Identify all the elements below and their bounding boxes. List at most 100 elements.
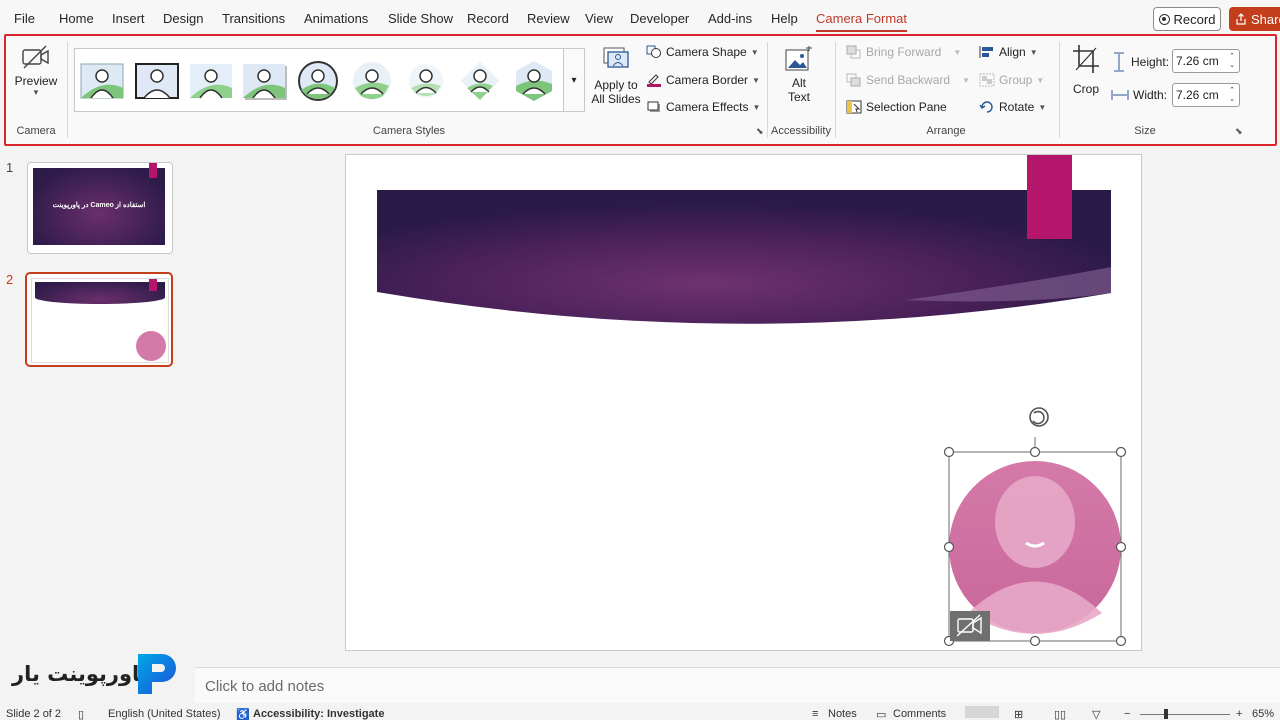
chevron-down-icon: ▼ <box>1036 75 1045 85</box>
logo-text: پاورپوینت یار <box>12 662 148 686</box>
slide-number: 2 <box>6 272 14 287</box>
share-button[interactable]: Share <box>1229 7 1280 31</box>
notes-button[interactable]: Notes <box>828 708 857 720</box>
send-backward-label: Send Backward <box>866 73 951 87</box>
camera-style-shadow[interactable] <box>241 58 287 104</box>
gallery-more-button[interactable]: ▾ <box>563 48 585 112</box>
camera-style-circle-soft[interactable] <box>349 58 395 104</box>
notes-placeholder[interactable]: Click to add notes <box>205 678 324 695</box>
rotate-handle-icon[interactable] <box>1029 407 1049 427</box>
group-button[interactable]: Group ▼ <box>979 73 1044 87</box>
camera-style-circle-faded[interactable] <box>403 58 449 104</box>
slide-count: Slide 2 of 2 <box>6 708 62 720</box>
camera-border-label: Camera Border <box>666 73 749 87</box>
share-icon <box>1236 13 1246 25</box>
height-value: 7.26 cm <box>1176 54 1219 68</box>
bring-forward-label: Bring Forward <box>866 45 942 59</box>
tab-insert[interactable]: Insert <box>112 11 145 26</box>
camera-styles-gallery[interactable] <box>74 48 584 112</box>
record-button[interactable]: Record <box>1153 7 1221 31</box>
alt-text-line2: Text <box>787 90 810 104</box>
slide-canvas[interactable] <box>345 154 1142 651</box>
notes-pane[interactable]: Click to add notes <box>195 667 1280 703</box>
group-label: Group <box>999 73 1033 87</box>
slide-thumbnail-1[interactable]: استفاده از Cameo در پاورپوینت <box>27 162 173 254</box>
align-button[interactable]: Align ▼ <box>979 45 1038 59</box>
spinner-arrows-icon[interactable]: ⌃ ⌄ <box>1229 86 1235 104</box>
camera-border-button[interactable]: Camera Border ▼ <box>646 73 760 87</box>
thumb-accent <box>149 279 157 291</box>
tab-help[interactable]: Help <box>771 11 798 26</box>
tab-file[interactable]: File <box>14 11 35 26</box>
send-backward-button[interactable]: Send Backward ▼ <box>846 73 970 87</box>
tab-transitions[interactable]: Transitions <box>222 11 285 26</box>
camera-style-framed[interactable] <box>134 58 180 104</box>
zoom-level[interactable]: 65% <box>1252 708 1274 720</box>
zoom-slider[interactable] <box>1140 714 1230 715</box>
spinner-arrows-icon[interactable]: ⌃ ⌄ <box>1229 52 1235 70</box>
zoom-thumb[interactable] <box>1164 709 1168 719</box>
zoom-out-icon[interactable]: − <box>1124 708 1130 720</box>
camera-shape-button[interactable]: Camera Shape ▼ <box>646 45 759 59</box>
align-icon <box>979 46 993 58</box>
normal-view-button[interactable] <box>965 706 999 718</box>
tab-slide-show[interactable]: Slide Show <box>388 11 453 26</box>
logo-mark <box>138 654 176 694</box>
tab-add-ins[interactable]: Add-ins <box>708 11 752 26</box>
rotate-button[interactable]: Rotate ▼ <box>979 100 1046 114</box>
status-bar: Slide 2 of 2 ▯ English (United States) ♿… <box>0 704 1280 720</box>
title-banner[interactable] <box>377 190 1111 324</box>
tab-developer[interactable]: Developer <box>630 11 689 26</box>
camera-style-soft[interactable] <box>188 58 234 104</box>
slides-panel: 1 استفاده از Cameo در پاورپوینت 2 <box>0 148 193 698</box>
tab-animations[interactable]: Animations <box>304 11 368 26</box>
size-launcher-icon[interactable]: ⬊ <box>1235 126 1243 137</box>
comments-icon: ▭ <box>876 709 887 720</box>
reading-view-icon[interactable]: ▯▯ <box>1054 708 1066 720</box>
tab-camera-format[interactable]: Camera Format <box>816 11 908 32</box>
spellcheck-icon[interactable]: ▯ <box>78 708 84 720</box>
width-label-wrap: Width: <box>1111 87 1167 103</box>
thumb-cameo <box>136 331 166 361</box>
width-field[interactable]: 7.26 cm ⌃ ⌄ <box>1172 83 1240 107</box>
camera-style-circle[interactable] <box>295 58 341 104</box>
camera-styles-launcher-icon[interactable]: ⬊ <box>756 126 764 137</box>
camera-shape-label: Camera Shape <box>666 45 747 59</box>
bring-forward-button[interactable]: Bring Forward ▼ <box>846 45 961 59</box>
alt-text-icon <box>785 46 812 71</box>
camera-toggle-icon[interactable] <box>950 611 990 641</box>
preview-button[interactable]: Preview ▼ <box>12 44 60 114</box>
language-status[interactable]: English (United States) <box>108 708 221 720</box>
slide-sorter-icon[interactable]: ⊞ <box>1014 708 1023 720</box>
tab-review[interactable]: Review <box>527 11 570 26</box>
crop-button[interactable]: Crop <box>1068 44 1104 106</box>
comments-button[interactable]: Comments <box>893 708 946 720</box>
tab-view[interactable]: View <box>585 11 613 26</box>
thumb-slide <box>31 278 169 363</box>
selection-pane-button[interactable]: Selection Pane <box>846 100 947 114</box>
align-label: Align <box>999 45 1026 59</box>
shape-icon <box>646 45 661 58</box>
logo: پاورپوینت یار <box>10 648 190 698</box>
chevron-down-icon: ▼ <box>752 102 761 112</box>
slideshow-icon[interactable]: ▽ <box>1092 708 1100 720</box>
zoom-in-icon[interactable]: + <box>1236 708 1242 720</box>
camera-effects-button[interactable]: Camera Effects ▼ <box>646 100 760 114</box>
apply-to-all-slides-button[interactable]: Apply to All Slides <box>590 46 642 116</box>
tab-record[interactable]: Record <box>467 11 509 26</box>
camera-style-diamond[interactable] <box>457 58 503 104</box>
tab-home[interactable]: Home <box>59 11 94 26</box>
cameo-object[interactable] <box>949 461 1121 634</box>
accessibility-status[interactable]: Accessibility: Investigate <box>253 708 384 720</box>
camera-style-hexagon[interactable] <box>511 58 557 104</box>
alt-text-button[interactable]: Alt Text <box>778 46 820 116</box>
pink-tab[interactable] <box>1027 155 1072 239</box>
tab-design[interactable]: Design <box>163 11 203 26</box>
thumb-banner <box>35 282 165 304</box>
camera-style-rectangle[interactable] <box>79 58 125 104</box>
slide-number: 1 <box>6 160 14 175</box>
height-field[interactable]: 7.26 cm ⌃ ⌄ <box>1172 49 1240 73</box>
height-label: Height: <box>1131 55 1170 69</box>
slide-thumbnail-2[interactable] <box>25 272 173 367</box>
width-label: Width: <box>1133 88 1168 102</box>
